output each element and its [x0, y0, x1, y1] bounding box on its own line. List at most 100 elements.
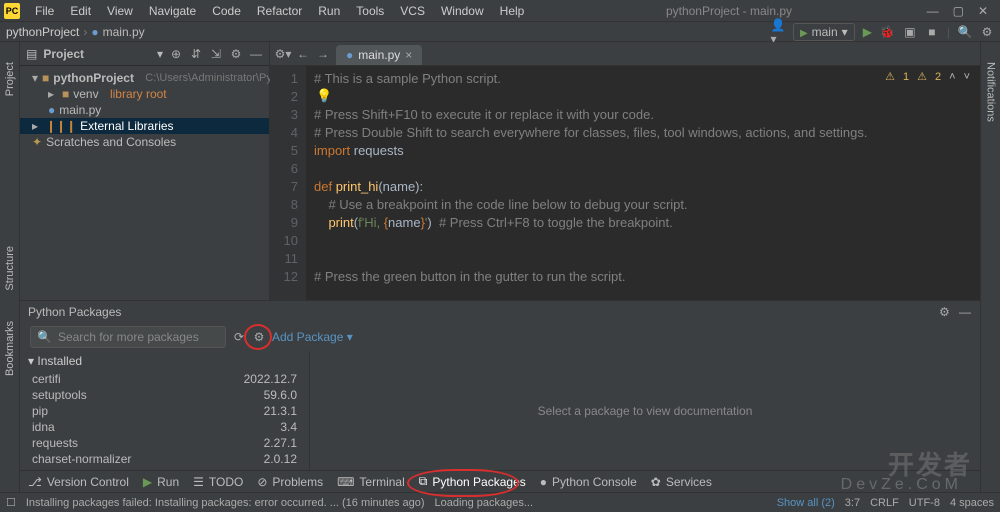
inspection-widget[interactable]: ⚠1 ⚠2 ˄ ˅	[885, 70, 970, 83]
line-number-gutter: 123456789101112	[270, 66, 306, 300]
package-row[interactable]: charset-normalizer2.0.12	[20, 451, 309, 467]
debug-button[interactable]: 🐞	[880, 25, 895, 39]
window-title: pythonProject - main.py	[533, 4, 924, 18]
menu-code[interactable]: Code	[205, 2, 248, 20]
run-icon: ▶	[143, 475, 152, 489]
crumb-file[interactable]: main.py	[103, 25, 145, 39]
project-view-icon: ▤	[26, 47, 37, 61]
reload-icon[interactable]: ⟳	[232, 330, 246, 344]
package-list[interactable]: ▾ Installed certifi2022.12.7setuptools59…	[20, 351, 310, 470]
tool-project-tab[interactable]: Project	[4, 62, 16, 96]
installed-group[interactable]: ▾ Installed	[20, 351, 309, 371]
collapse-all-icon[interactable]: ⇲	[209, 47, 223, 61]
tab-problems[interactable]: ⊘Problems	[257, 475, 323, 489]
tab-run[interactable]: ▶Run	[143, 475, 179, 489]
tree-mainpy[interactable]: ● main.py	[20, 102, 269, 118]
tab-services[interactable]: ✿Services	[651, 475, 712, 489]
editor-forward-icon[interactable]: →	[316, 47, 330, 61]
gear-icon[interactable]: ⚙	[229, 47, 243, 61]
tool-notifications-tab[interactable]: Notifications	[985, 62, 997, 492]
menu-run[interactable]: Run	[311, 2, 347, 20]
tree-scratches[interactable]: ✦ Scratches and Consoles	[20, 134, 269, 150]
right-tool-stripe: Notifications	[980, 42, 1000, 492]
run-button[interactable]: ▶	[863, 25, 872, 39]
project-title: Project	[43, 47, 151, 61]
close-tab-icon[interactable]: ×	[405, 48, 412, 62]
tab-python-console[interactable]: ●Python Console	[540, 475, 637, 489]
menu-vcs[interactable]: VCS	[393, 2, 432, 20]
hide-icon[interactable]: —	[958, 305, 972, 319]
packages-icon: ⧉	[419, 474, 428, 489]
package-row[interactable]: requests2.27.1	[20, 435, 309, 451]
editor-tool-gear-icon[interactable]: ⚙▾	[276, 47, 290, 61]
tree-project-root[interactable]: ▾■ pythonProject C:\Users\Administrator\…	[20, 70, 269, 86]
editor-back-icon[interactable]: ←	[296, 47, 310, 61]
status-bar: ☐ Installing packages failed: Installing…	[0, 492, 1000, 512]
tree-external-libraries[interactable]: ▸❙❙❙ External Libraries	[20, 118, 269, 134]
weak-warning-icon: ⚠	[917, 70, 927, 83]
chevron-down-icon: ▾	[842, 25, 848, 39]
user-icon[interactable]: 👤▾	[771, 25, 785, 39]
run-config-selector[interactable]: main ▾	[793, 23, 855, 41]
run-config-icon	[800, 25, 808, 39]
status-show-all[interactable]: Show all (2)	[777, 497, 835, 509]
settings-icon[interactable]: ⚙	[980, 25, 994, 39]
status-indent[interactable]: 4 spaces	[950, 497, 994, 509]
editor-tab-mainpy[interactable]: ● main.py ×	[336, 45, 422, 65]
warning-icon: ⚠	[885, 70, 895, 83]
status-caret-pos[interactable]: 3:7	[845, 497, 860, 509]
menu-navigate[interactable]: Navigate	[142, 2, 203, 20]
menu-tools[interactable]: Tools	[349, 2, 391, 20]
tab-python-packages[interactable]: ⧉Python Packages	[419, 474, 526, 489]
close-icon[interactable]: ✕	[978, 4, 988, 18]
package-settings-icon[interactable]: ⚙	[252, 330, 266, 344]
tree-venv[interactable]: ▸■ venv library root	[20, 86, 269, 102]
menu-edit[interactable]: Edit	[63, 2, 98, 20]
status-message[interactable]: Installing packages failed: Installing p…	[26, 497, 425, 509]
status-line-sep[interactable]: CRLF	[870, 497, 899, 509]
stop-button[interactable]: ■	[925, 25, 939, 39]
search-everywhere-icon[interactable]: 🔍	[958, 25, 972, 39]
chevron-right-icon: ›	[83, 25, 87, 39]
menu-window[interactable]: Window	[434, 2, 491, 20]
tab-version-control[interactable]: ⎇Version Control	[28, 475, 129, 489]
tool-structure-tab[interactable]: Structure	[4, 246, 16, 291]
todo-icon: ☰	[193, 475, 204, 489]
python-packages-tool-window: Python Packages ⚙ — 🔍 Search for more pa…	[20, 300, 980, 470]
tab-terminal[interactable]: ⌨Terminal	[337, 475, 405, 489]
select-opened-file-icon[interactable]: ⊕	[169, 47, 183, 61]
package-row[interactable]: setuptools59.6.0	[20, 387, 309, 403]
console-icon: ●	[540, 475, 547, 489]
package-row[interactable]: pip21.3.1	[20, 403, 309, 419]
package-search-input[interactable]: 🔍 Search for more packages	[30, 326, 226, 348]
gear-icon[interactable]: ⚙	[937, 305, 951, 319]
menu-refactor[interactable]: Refactor	[250, 2, 309, 20]
status-icon[interactable]: ☐	[6, 496, 16, 509]
chevron-up-icon[interactable]: ˄	[949, 71, 955, 83]
terminal-icon: ⌨	[337, 475, 354, 489]
status-encoding[interactable]: UTF-8	[909, 497, 940, 509]
menu-file[interactable]: File	[28, 2, 61, 20]
menu-bar: PC File Edit View Navigate Code Refactor…	[0, 0, 1000, 22]
vcs-icon: ⎇	[28, 475, 42, 489]
minimize-icon[interactable]: —	[927, 4, 939, 18]
status-loading: Loading packages...	[435, 497, 533, 509]
package-row[interactable]: idna3.4	[20, 419, 309, 435]
add-package-link[interactable]: Add Package ▾	[272, 330, 353, 344]
code-editor[interactable]: 123456789101112 # This is a sample Pytho…	[270, 66, 980, 300]
tab-todo[interactable]: ☰TODO	[193, 475, 243, 489]
package-row[interactable]: certifi2022.12.7	[20, 371, 309, 387]
intention-bulb-icon[interactable]: 💡	[316, 88, 332, 104]
maximize-icon[interactable]: ▢	[953, 4, 964, 18]
hide-icon[interactable]: —	[249, 47, 263, 61]
tool-bookmarks-tab[interactable]: Bookmarks	[4, 321, 16, 376]
expand-all-icon[interactable]: ⇵	[189, 47, 203, 61]
menu-help[interactable]: Help	[493, 2, 532, 20]
app-icon: PC	[4, 3, 20, 19]
package-doc-placeholder: Select a package to view documentation	[310, 351, 980, 470]
menu-view[interactable]: View	[100, 2, 140, 20]
chevron-down-icon[interactable]: ▾	[157, 47, 163, 61]
chevron-down-icon[interactable]: ˅	[964, 71, 970, 83]
crumb-project[interactable]: pythonProject	[6, 25, 79, 39]
coverage-button[interactable]: ▣	[903, 25, 917, 39]
